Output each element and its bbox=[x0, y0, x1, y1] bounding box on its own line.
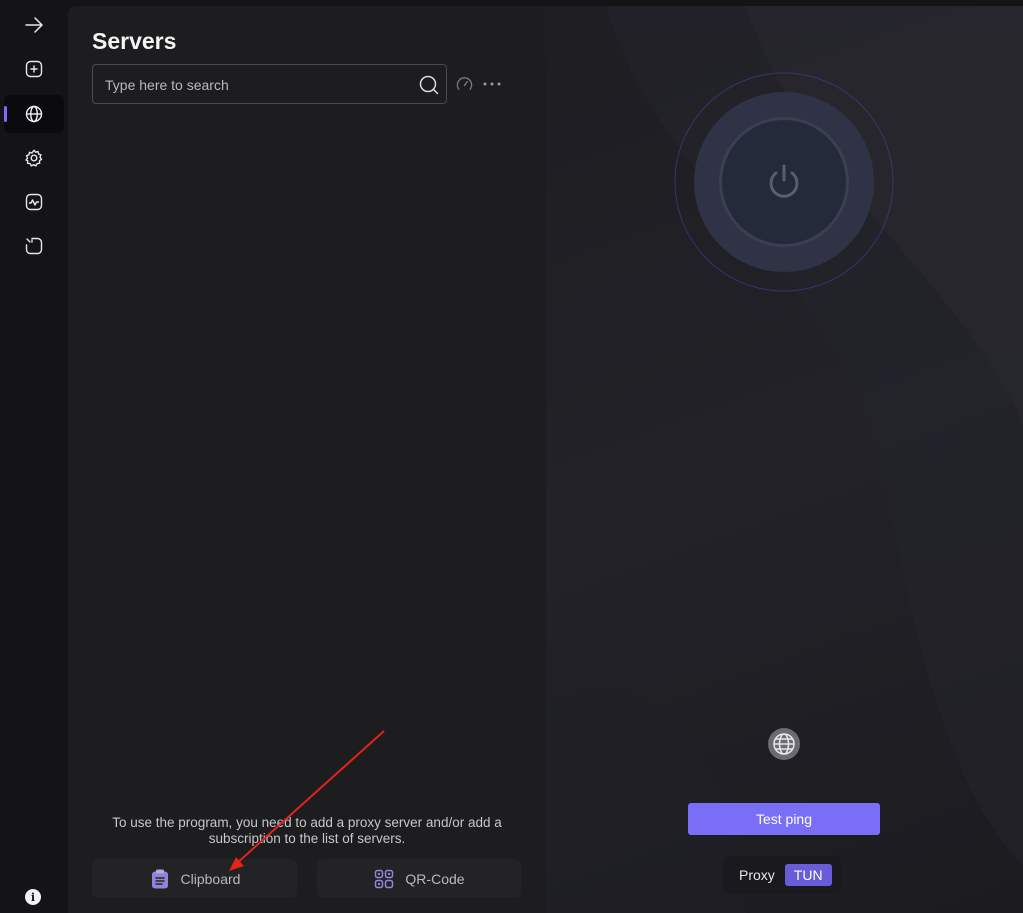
power-button[interactable] bbox=[719, 117, 849, 247]
activity-chart-icon bbox=[25, 193, 43, 211]
gear-icon bbox=[25, 149, 43, 167]
sidebar-item-expand[interactable] bbox=[4, 6, 64, 44]
sidebar-item-settings[interactable] bbox=[4, 139, 64, 177]
qr-code-button[interactable]: QR-Code bbox=[317, 859, 521, 898]
more-icon[interactable] bbox=[482, 80, 502, 88]
globe-icon bbox=[25, 105, 43, 123]
page-title: Servers bbox=[92, 28, 177, 54]
sidebar: i bbox=[0, 0, 68, 913]
arrow-right-icon bbox=[25, 17, 43, 33]
connection-panel: Test ping Proxy TUN bbox=[546, 6, 1023, 913]
sidebar-item-servers[interactable] bbox=[4, 95, 64, 133]
mode-option-proxy[interactable]: Proxy bbox=[739, 867, 775, 883]
clipboard-icon bbox=[151, 869, 168, 888]
speedometer-icon[interactable] bbox=[455, 75, 474, 94]
server-globe-icon bbox=[768, 728, 800, 760]
info-button[interactable]: i bbox=[25, 889, 41, 905]
power-icon bbox=[769, 164, 799, 198]
clipboard-label: Clipboard bbox=[180, 870, 241, 887]
qr-code-label: QR-Code bbox=[405, 870, 465, 887]
power-control bbox=[674, 72, 894, 292]
plus-square-icon bbox=[25, 60, 43, 78]
sidebar-item-logs[interactable] bbox=[4, 183, 64, 221]
empty-hint: To use the program, you need to add a pr… bbox=[112, 815, 502, 846]
sidebar-item-import[interactable] bbox=[4, 227, 64, 265]
qr-code-icon bbox=[375, 869, 394, 888]
import-icon bbox=[25, 237, 43, 255]
clipboard-button[interactable]: Clipboard bbox=[92, 859, 297, 898]
mode-toggle: Proxy TUN bbox=[723, 856, 841, 894]
servers-panel: Servers To use the program, you need to … bbox=[68, 6, 546, 913]
sidebar-item-add[interactable] bbox=[4, 50, 64, 88]
search-box bbox=[92, 64, 447, 105]
search-icon[interactable] bbox=[418, 74, 440, 96]
mode-option-tun[interactable]: TUN bbox=[784, 864, 832, 886]
search-input[interactable] bbox=[103, 65, 407, 105]
test-ping-button[interactable]: Test ping bbox=[688, 803, 880, 835]
